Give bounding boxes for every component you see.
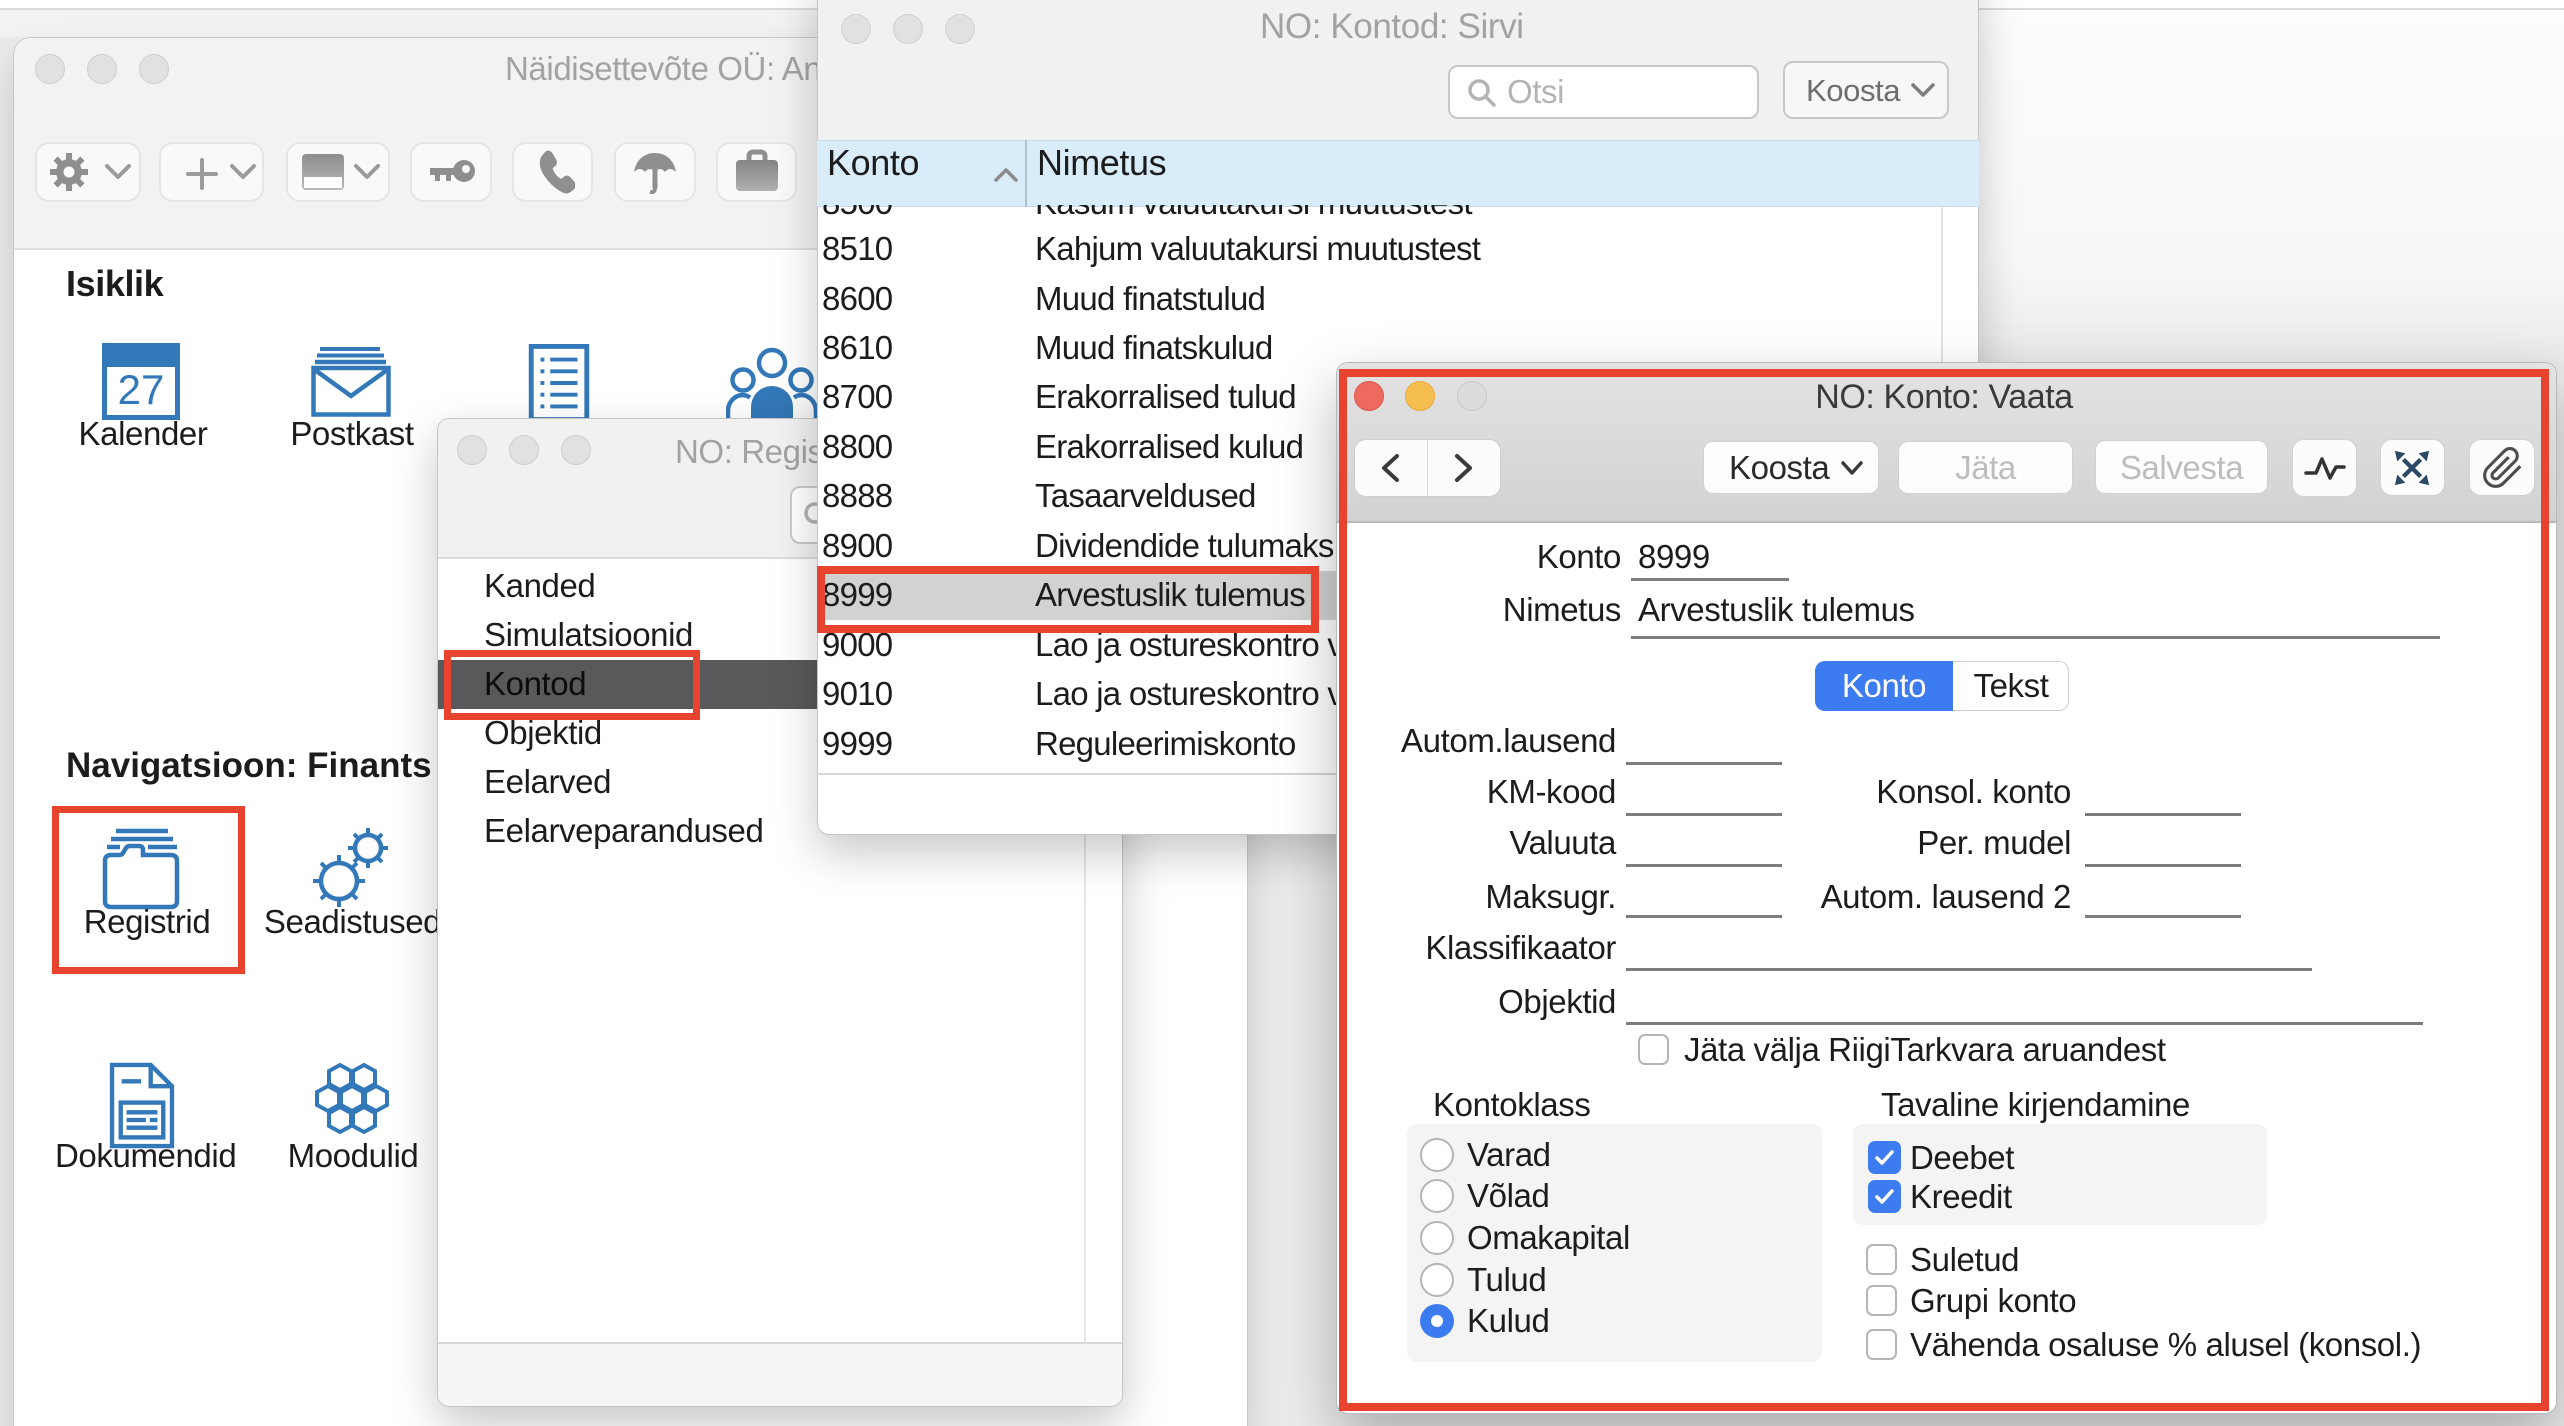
svg-text:27: 27 — [118, 366, 165, 413]
